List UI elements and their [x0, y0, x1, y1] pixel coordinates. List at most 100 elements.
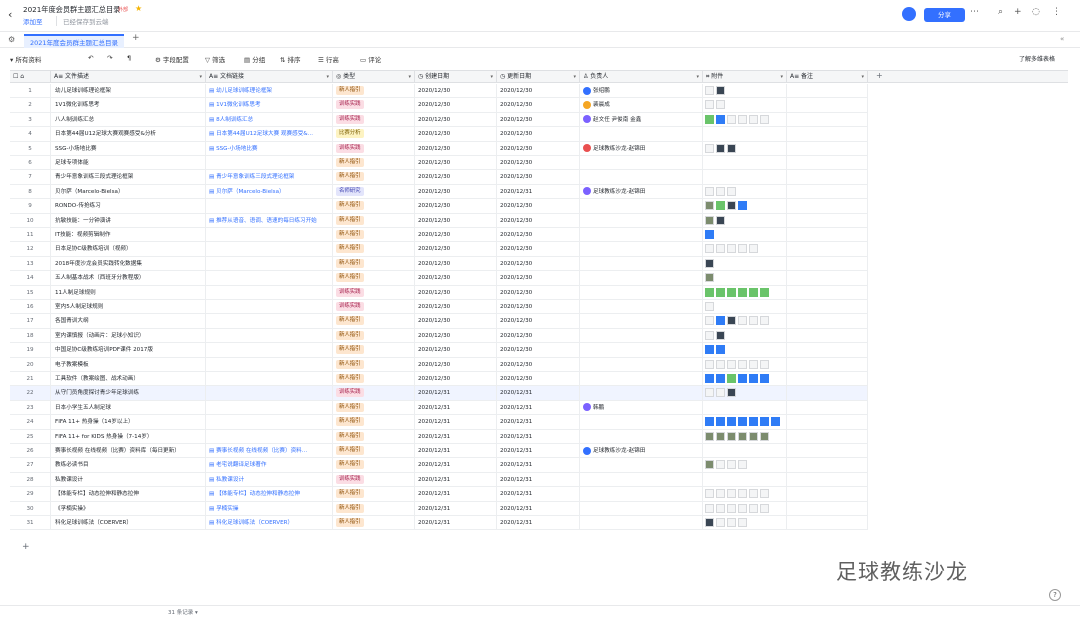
cell-name[interactable]: 中国足协C级教练培训PDF课件 2017版 [51, 343, 206, 358]
cell-name[interactable]: 教练必读书目 [51, 458, 206, 473]
attachment-thumbnail[interactable] [705, 143, 714, 153]
cell-type[interactable]: 训练实践 [333, 472, 415, 487]
cell-attachment[interactable] [703, 271, 787, 286]
attachment-thumbnail[interactable] [705, 230, 714, 239]
cell-updated[interactable]: 2020/12/30 [497, 372, 580, 386]
cell-created[interactable]: 2020/12/30 [415, 300, 497, 314]
cell-owner[interactable]: 足球教练沙龙-赵锦田 [580, 184, 703, 199]
attachment-thumbnail[interactable] [727, 287, 736, 297]
table-row[interactable]: 2 1V1微化训练思考 ▤ 1V1微化训练思考 训练实践 2020/12/30 2020/… [10, 98, 868, 113]
cell-created[interactable]: 2020/12/30 [415, 98, 497, 113]
cell-updated[interactable]: 2020/12/30 [497, 300, 580, 314]
cell-attachment[interactable] [703, 487, 787, 502]
cell-type[interactable]: 新人指引 [333, 458, 415, 473]
attachment-thumbnail[interactable] [716, 143, 725, 153]
attachment-thumbnail[interactable] [705, 359, 714, 369]
attachment-thumbnail[interactable] [705, 244, 714, 254]
cell-name[interactable]: 八人制训练汇总 [51, 112, 206, 127]
cell-link[interactable]: ▤ 私教课设计 [206, 472, 333, 487]
cell-type[interactable]: 训练实践 [333, 300, 415, 314]
cell-note[interactable] [787, 444, 868, 458]
cell-name[interactable]: 赛事长视频 在线视频（比赛）资料库（每日更新） [51, 444, 206, 458]
link-text[interactable]: 1V1微化训练思考 [216, 102, 261, 108]
cell-attachment[interactable] [703, 170, 787, 185]
cell-type[interactable]: 新人指引 [333, 199, 415, 214]
cell-link[interactable] [206, 372, 333, 386]
cell-updated[interactable]: 2020/12/31 [497, 429, 580, 444]
cell-created[interactable]: 2020/12/30 [415, 285, 497, 300]
table-row[interactable]: 8 贝尔萨（Marcelo-Bielsa） ▤ 贝尔萨（Marcelo-Bielsa… [10, 184, 868, 200]
cell-type[interactable]: 名师研究 [333, 184, 415, 199]
cell-attachment[interactable] [703, 127, 787, 142]
attachment-thumbnail[interactable] [716, 86, 725, 95]
attachment-thumbnail[interactable] [716, 244, 725, 254]
attachment-thumbnail[interactable] [716, 100, 725, 110]
cell-link[interactable] [206, 285, 333, 300]
cell-updated[interactable]: 2020/12/31 [497, 472, 580, 487]
attachment-thumbnail[interactable] [738, 417, 747, 427]
cell-note[interactable] [787, 400, 868, 415]
cell-note[interactable] [787, 458, 868, 473]
cell-owner[interactable] [580, 242, 703, 257]
cell-name[interactable]: SSG-小场地比赛 [51, 141, 206, 156]
cell-owner[interactable] [580, 170, 703, 185]
cell-name[interactable]: 各国青训大纲 [51, 314, 206, 329]
add-column-icon[interactable]: + [876, 71, 883, 80]
attachment-thumbnail[interactable] [705, 417, 714, 427]
cell-type[interactable]: 新人指引 [333, 343, 415, 358]
cell-updated[interactable]: 2020/12/30 [497, 328, 580, 343]
cell-updated[interactable]: 2020/12/31 [497, 501, 580, 516]
attachment-thumbnail[interactable] [727, 431, 736, 441]
attachment-thumbnail[interactable] [716, 215, 725, 225]
cell-type[interactable]: 新人指引 [333, 400, 415, 415]
cell-owner[interactable] [580, 501, 703, 516]
attachment-thumbnail[interactable] [727, 201, 736, 211]
cell-owner[interactable] [580, 357, 703, 372]
attachment-thumbnail[interactable] [727, 388, 736, 398]
cell-updated[interactable]: 2020/12/30 [497, 314, 580, 329]
attachment-thumbnail[interactable] [738, 460, 747, 470]
learn-link[interactable]: 了解多维表格 [1019, 54, 1055, 63]
cell-note[interactable] [787, 199, 868, 214]
table-row[interactable]: 5 SSG-小场地比赛 ▤ SSG-小场地比赛 训练实践 2020/12/30 2020/… [10, 141, 868, 156]
undo-icon[interactable]: ↶ [88, 54, 93, 62]
cell-type[interactable]: 新人指引 [333, 228, 415, 242]
cell-attachment[interactable] [703, 84, 787, 98]
attachment-thumbnail[interactable] [716, 388, 725, 398]
cell-link[interactable]: ▤ 幼儿足球训练理论框架 [206, 84, 333, 98]
cell-type[interactable]: 新人指引 [333, 516, 415, 530]
add-row-icon[interactable]: + [22, 542, 30, 552]
cell-updated[interactable]: 2020/12/30 [497, 156, 580, 170]
cell-attachment[interactable] [703, 213, 787, 228]
cell-owner[interactable] [580, 285, 703, 300]
attachment-thumbnail[interactable] [705, 114, 714, 124]
column-note[interactable]: A≡ 备注 ▾ [787, 71, 868, 83]
table-row[interactable]: 22 从守门员角度探讨青少年足球训练 训练实践 2020/12/31 2020/12/3… [10, 386, 868, 401]
cell-updated[interactable]: 2020/12/31 [497, 386, 580, 401]
table-row[interactable]: 20 电子教案模板 新人指引 2020/12/30 2020/12/30 [10, 357, 868, 372]
table-row[interactable]: 26 赛事长视频 在线视频（比赛）资料库（每日更新） ▤ 赛事长视频 在线视频（比赛… [10, 444, 868, 459]
attachment-thumbnail[interactable] [705, 431, 714, 441]
attachment-thumbnail[interactable] [760, 417, 769, 427]
cell-link[interactable] [206, 343, 333, 358]
attachment-thumbnail[interactable] [705, 215, 714, 225]
cell-attachment[interactable] [703, 300, 787, 314]
select-all-checkbox[interactable]: ☐ ⌂ [10, 71, 51, 83]
cell-type[interactable]: 新人指引 [333, 487, 415, 502]
cell-created[interactable]: 2020/12/30 [415, 141, 497, 156]
cell-created[interactable]: 2020/12/31 [415, 501, 497, 516]
cell-attachment[interactable] [703, 458, 787, 473]
cell-type[interactable]: 新人指引 [333, 156, 415, 170]
cell-note[interactable] [787, 84, 868, 98]
attachment-thumbnail[interactable] [705, 460, 714, 470]
table-row[interactable]: 4 日本第44届U12足球大赛观赛感受&分析 ▤ 日本第44届U12足球大赛 观赛感… [10, 127, 868, 142]
all-data-view[interactable]: ▾ 所有资料 [10, 54, 41, 64]
table-row[interactable]: 18 室内课慎报（动画片：足球小知识） 新人指引 2020/12/30 2020/12/… [10, 328, 868, 344]
attachment-thumbnail[interactable] [727, 518, 736, 527]
attachment-thumbnail[interactable] [716, 186, 725, 196]
attachment-thumbnail[interactable] [716, 374, 725, 383]
cell-created[interactable]: 2020/12/30 [415, 314, 497, 329]
attachment-thumbnail[interactable] [760, 431, 769, 441]
cell-type[interactable]: 训练实践 [333, 386, 415, 401]
cell-note[interactable] [787, 415, 868, 430]
